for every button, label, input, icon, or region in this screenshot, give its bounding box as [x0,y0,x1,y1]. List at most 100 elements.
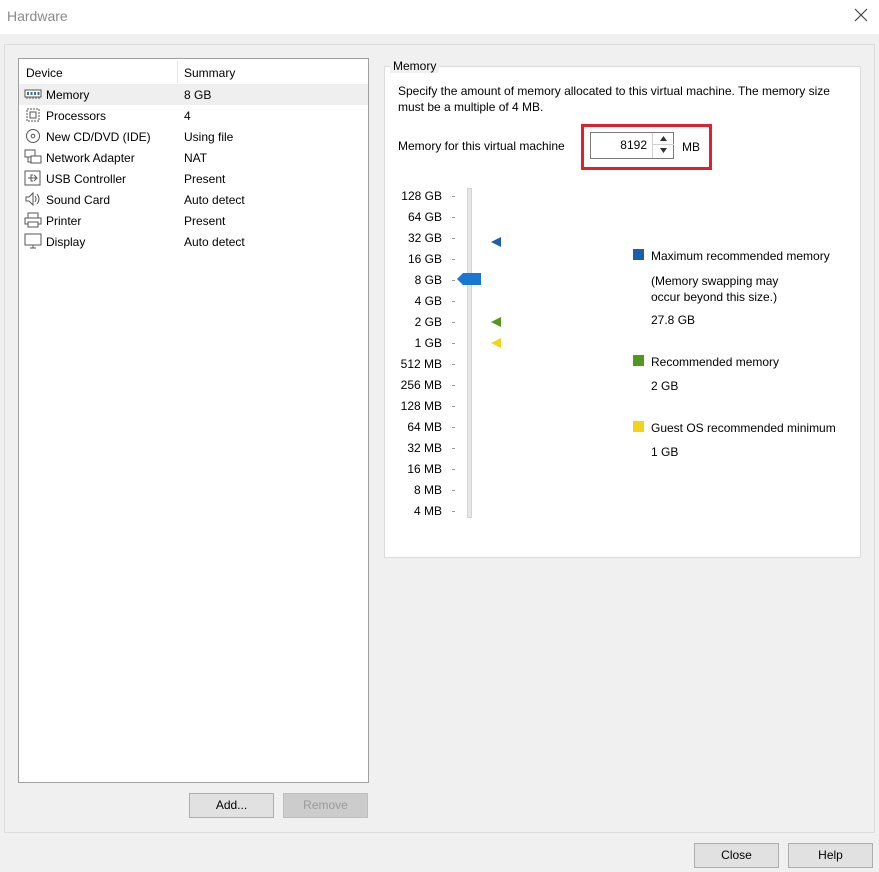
column-header-summary[interactable]: Summary [184,66,235,80]
scale-label: 32 GB [407,231,442,245]
scale-label: 1 GB [414,336,442,350]
processor-icon [24,107,42,123]
device-name: Sound Card [46,193,111,207]
memory-group-title: Memory [390,59,440,73]
scale-label: 32 MB [407,441,442,455]
column-header-device[interactable]: Device [26,66,63,80]
device-name: Network Adapter [46,151,135,165]
scale-label: 8 MB [413,483,442,497]
device-row-processors[interactable]: Processors 4 [19,105,368,126]
scale-label: 4 GB [414,294,442,308]
device-summary: Auto detect [184,235,245,249]
device-summary: Present [184,172,226,186]
guest-min-swatch [633,421,644,432]
device-name: Memory [46,88,90,102]
scale-label: 128 MB [400,399,442,413]
device-name: New CD/DVD (IDE) [46,130,151,144]
scale-tick [452,385,455,386]
scale-tick [452,343,455,344]
device-row-network-adapter[interactable]: Network Adapter NAT [19,147,368,168]
max-recommended-note: (Memory swapping may occur beyond this s… [651,274,779,304]
memory-size-input[interactable]: 8192 [590,132,674,159]
recommended-label: Recommended memory [651,355,780,369]
scale-label: 64 GB [407,210,442,224]
device-summary: NAT [184,151,208,165]
title-bar: Hardware [0,0,879,34]
scale-tick [452,322,455,323]
scale-label: 128 GB [401,189,442,203]
device-summary: Present [184,214,226,228]
scale-label: 4 MB [413,504,442,518]
device-list-header: Device Summary [19,59,368,85]
scale-tick [452,196,455,197]
column-separator [177,61,178,83]
device-row-memory[interactable]: Memory 8 GB [19,84,368,105]
device-row-sound-card[interactable]: Sound Card Auto detect [19,189,368,210]
device-row-printer[interactable]: Printer Present [19,210,368,231]
memory-unit-label: MB [682,140,700,154]
memory-field-label: Memory for this virtual machine [398,139,565,153]
memory-description: Specify the amount of memory allocated t… [398,84,830,114]
max-recommended-marker [491,236,501,247]
scale-label: 16 GB [407,252,442,266]
close-button[interactable]: Close [694,843,779,868]
max-recommended-label: Maximum recommended memory [651,249,830,263]
scale-tick [452,301,455,302]
max-recommended-swatch [633,249,644,260]
printer-icon [24,212,42,228]
scale-tick [452,427,455,428]
add-device-button[interactable]: Add... [189,793,274,818]
close-icon [848,8,874,22]
memory-icon [24,86,42,102]
scale-tick [452,406,455,407]
device-list[interactable]: Device Summary Memory 8 GB Processors 4 … [18,58,369,783]
memory-slider-thumb[interactable] [457,273,481,285]
scale-label: 8 GB [414,273,442,287]
device-summary: 8 GB [184,88,212,102]
scale-tick [452,511,455,512]
scale-label: 16 MB [407,462,442,476]
memory-spin-buttons [652,133,674,158]
window-title: Hardware [7,8,68,24]
scale-tick [452,469,455,470]
scale-tick [452,259,455,260]
device-name: USB Controller [46,172,127,186]
memory-slider-track[interactable] [467,188,472,518]
max-recommended-value: 27.8 GB [651,313,696,327]
device-summary: 4 [184,109,191,123]
arrow-down-icon [653,148,674,153]
memory-size-value[interactable]: 8192 [620,138,647,152]
device-summary: Auto detect [184,193,245,207]
increment-button[interactable] [653,133,674,145]
device-name: Processors [46,109,107,123]
close-window-button[interactable] [848,4,874,28]
scale-label: 512 MB [400,357,442,371]
network-adapter-icon [24,149,42,165]
guest-min-value: 1 GB [651,445,679,459]
scale-tick [452,490,455,491]
scale-tick [452,364,455,365]
scale-tick [452,448,455,449]
guest-min-marker [491,337,501,348]
help-button[interactable]: Help [788,843,873,868]
recommended-marker [491,316,501,327]
decrement-button[interactable] [653,145,674,157]
speaker-icon [24,191,42,207]
device-row-cd-dvd[interactable]: New CD/DVD (IDE) Using file [19,126,368,147]
usb-icon [24,170,42,186]
device-name: Display [46,235,86,249]
recommended-swatch [633,355,644,366]
device-name: Printer [46,214,82,228]
cd-dvd-icon [24,128,42,144]
scale-label: 256 MB [400,378,442,392]
guest-min-label: Guest OS recommended minimum [651,421,836,435]
device-row-usb-controller[interactable]: USB Controller Present [19,168,368,189]
monitor-icon [24,233,42,249]
scale-tick [452,217,455,218]
device-summary: Using file [184,130,234,144]
device-row-display[interactable]: Display Auto detect [19,231,368,252]
recommended-value: 2 GB [651,379,679,393]
scale-label: 2 GB [414,315,442,329]
scale-tick [452,238,455,239]
remove-device-button[interactable]: Remove [283,793,368,818]
